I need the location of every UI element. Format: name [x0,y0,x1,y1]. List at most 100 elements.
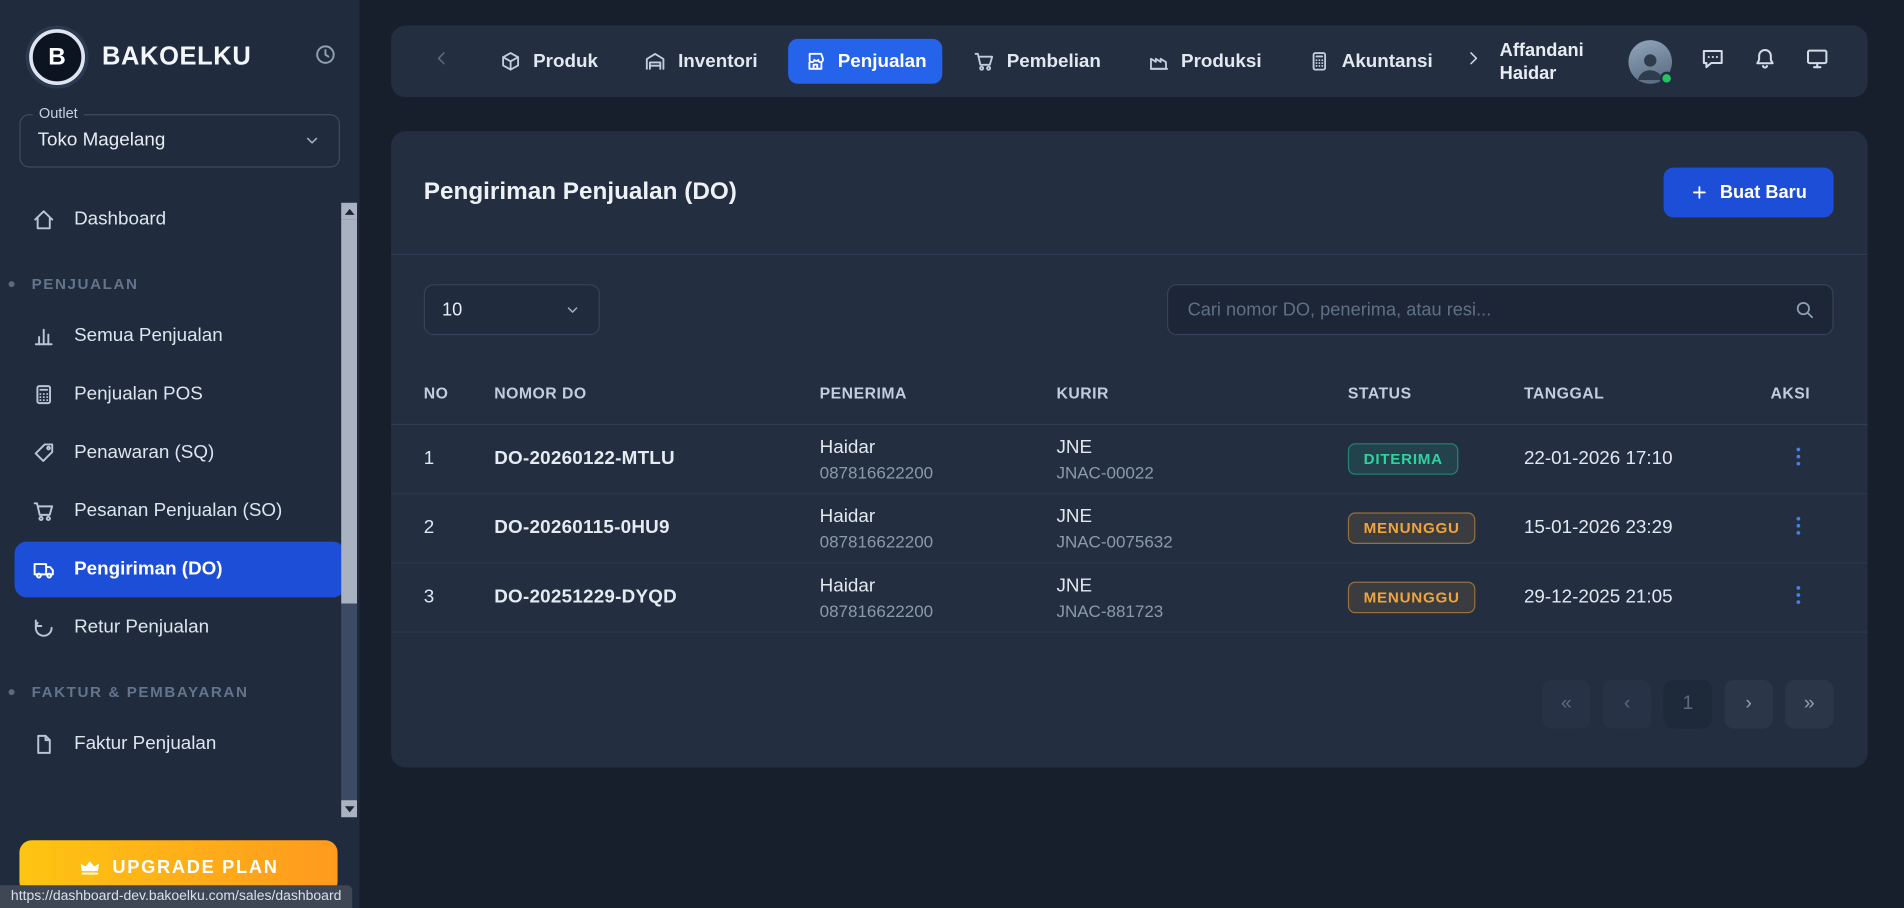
topnav-item-label: Inventori [678,50,758,72]
clock-icon[interactable] [313,42,337,72]
sidebar-item-penjualan-pos[interactable]: Penjualan POS [15,367,345,423]
cell-no: 2 [423,517,435,538]
invoice-icon [37,734,51,754]
kurir-resi: JNAC-00022 [1056,462,1154,482]
sidebar-nav: Dashboard PENJUALAN Semua Penjualan Penj… [0,187,359,772]
create-do-button[interactable]: Buat Baru [1663,167,1834,218]
sidebar-item-faktur-penjualan[interactable]: Faktur Penjualan [15,716,345,772]
table-controls: 10 [391,255,1868,336]
table-header-row: NO NOMOR DO PENERIMA KURIR STATUS TANGGA… [391,362,1868,426]
kebab-menu-icon[interactable] [1787,445,1809,467]
nav-scroll-left-icon[interactable] [432,49,451,75]
cell-aksi [1770,514,1833,542]
tag-icon [34,443,54,462]
page-size-value: 10 [442,299,463,320]
outlet-select[interactable]: Outlet Toko Magelang [19,104,341,168]
kurir-nama: JNE [1056,505,1093,527]
pagination-current-page[interactable]: 1 [1663,680,1713,729]
cell-penerima: Haidar 087816622200 [820,575,1057,620]
nav-scroll-right-icon[interactable] [1463,49,1482,75]
status-url: https://dashboard-dev.bakoelku.com/sales… [0,885,353,908]
online-status-dot [1659,71,1674,85]
topbar: Produk Inventori Penjualan Pembelian Pro… [391,25,1868,98]
scrollbar-thumb[interactable] [341,219,358,604]
monitor-icon[interactable] [1804,46,1830,78]
sidebar-item-label: Faktur Penjualan [74,733,217,755]
cell-aksi [1770,583,1833,611]
col-header-no: NO [423,383,449,402]
topnav-item-label: Penjualan [837,50,927,72]
chevron-down-icon [306,137,318,144]
cell-status: MENUNGGU [1347,581,1524,614]
topnav-item-label: Produk [533,50,598,72]
sidebar-item-retur-penjualan[interactable]: Retur Penjualan [15,600,345,656]
cell-kurir: JNE JNAC-0075632 [1056,506,1347,551]
truck-icon [33,563,54,579]
topnav-item-akuntansi[interactable]: Akuntansi [1292,39,1449,84]
pagination-next-button[interactable]: › [1724,680,1773,729]
search-box [1166,284,1834,336]
sidebar-scrollbar[interactable] [341,202,358,818]
sidebar-section-faktur-pembayaran: FAKTUR & PEMBAYARAN [0,670,359,714]
status-badge: MENUNGGU [1347,581,1476,614]
sidebar-item-label: Penjualan POS [74,383,203,405]
search-icon[interactable] [1794,299,1816,321]
kebab-menu-icon[interactable] [1787,514,1809,536]
search-input[interactable] [1185,298,1782,322]
sidebar-item-dashboard[interactable]: Dashboard [15,192,345,248]
pagination-last-button[interactable]: » [1785,680,1834,729]
bell-icon[interactable] [1752,46,1778,78]
cell-penerima: Haidar 087816622200 [820,437,1057,482]
cell-tanggal: 22-01-2026 17:10 [1523,448,1673,469]
factory-icon [1149,57,1168,70]
col-header-kurir: KURIR [1056,383,1109,402]
cell-status: MENUNGGU [1347,512,1524,545]
sidebar-item-pengiriman-do[interactable]: Pengiriman (DO) [14,541,345,598]
col-header-tanggal: TANGGAL [1523,383,1605,402]
sidebar-item-penawaran-sq[interactable]: Penawaran (SQ) [15,425,345,481]
return-arrow-icon [34,619,53,637]
sidebar-section-penjualan: PENJUALAN [0,262,359,306]
kurir-resi: JNAC-0075632 [1056,531,1173,551]
table-row: 3 DO-20251229-DYQD Haidar 087816622200 J… [391,563,1868,633]
scrollbar-down-icon[interactable] [341,800,358,818]
topnav-item-inventori[interactable]: Inventori [628,39,773,84]
cell-tanggal: 15-01-2026 23:29 [1523,517,1673,538]
pagination-first-button[interactable]: « [1542,680,1591,729]
sidebar-item-label: Retur Penjualan [74,616,210,638]
kurir-nama: JNE [1056,436,1093,458]
sidebar-item-label: Penawaran (SQ) [74,442,215,463]
col-header-nomor-do: NOMOR DO [494,383,587,402]
sidebar-item-semua-penjualan[interactable]: Semua Penjualan [15,308,345,364]
shopping-cart-icon [33,502,54,522]
pagination-prev-button[interactable]: ‹ [1602,680,1652,729]
penerima-telepon: 087816622200 [819,462,934,482]
brand-logo-letter: B [48,43,66,70]
content-card: Pengiriman Penjualan (DO) Buat Baru 10 N… [391,131,1868,768]
pos-terminal-icon [36,385,52,405]
page-title: Pengiriman Penjualan (DO) [423,178,737,206]
page-size-select[interactable]: 10 [423,284,600,336]
sidebar-item-pesanan-penjualan-so[interactable]: Pesanan Penjualan (SO) [15,483,345,539]
outlet-value: Toko Magelang [37,129,166,151]
chat-icon[interactable] [1700,46,1726,78]
col-header-status: STATUS [1347,383,1412,402]
topnav-item-penjualan[interactable]: Penjualan [787,38,943,84]
cell-nomor-do: DO-20260115-0HU9 [494,517,670,538]
sidebar-item-label: Pesanan Penjualan (SO) [74,500,283,521]
topnav-item-produksi[interactable]: Produksi [1131,39,1277,84]
pagination: « ‹ 1 › » [1542,680,1834,729]
avatar[interactable] [1628,39,1674,85]
scrollbar-up-icon[interactable] [341,202,358,220]
cell-no: 1 [423,448,435,469]
cell-aksi [1770,445,1833,473]
topnav-item-pembelian[interactable]: Pembelian [957,39,1117,84]
table-row: 1 DO-20260122-MTLU Haidar 087816622200 J… [391,425,1868,495]
create-do-label: Buat Baru [1719,182,1807,203]
chevron-down-icon [567,306,578,313]
penerima-nama: Haidar [819,574,876,596]
topnav-item-produk[interactable]: Produk [483,39,613,84]
kebab-menu-icon[interactable] [1787,583,1809,605]
user-name: Affandani Haidar [1499,39,1584,84]
penerima-nama: Haidar [819,436,876,458]
